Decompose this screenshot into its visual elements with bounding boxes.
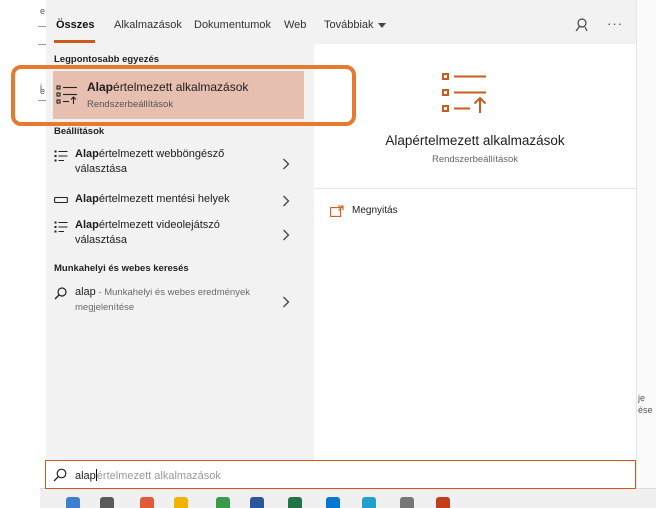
label-remainder: értelmezett mentési helyek bbox=[98, 193, 230, 205]
chevron-right-icon[interactable] bbox=[282, 296, 290, 308]
settings-result-browser[interactable]: Alapértelmezett webböngésző választása bbox=[46, 147, 304, 181]
label-remainder: értelmezett videolejátszó bbox=[98, 219, 220, 231]
best-match-title: Alapértelmezett alkalmazások bbox=[87, 80, 248, 94]
tab-web[interactable]: Web bbox=[284, 19, 306, 31]
web-description: - Munkahelyi és webes eredmények bbox=[95, 287, 250, 298]
match-highlight: Alap bbox=[75, 219, 99, 231]
background-glyph: ése bbox=[638, 405, 653, 415]
match-highlight: Alap bbox=[75, 148, 99, 160]
label-line2: választása bbox=[75, 234, 127, 246]
feedback-icon[interactable] bbox=[572, 16, 590, 34]
tab-apps[interactable]: Alkalmazások bbox=[114, 19, 182, 31]
search-box[interactable]: alapértelmezett alkalmazások bbox=[45, 460, 636, 489]
chevron-right-icon[interactable] bbox=[282, 229, 290, 241]
preview-pane: Alapértelmezett alkalmazások Rendszerbeá… bbox=[314, 44, 636, 460]
open-window-icon bbox=[330, 205, 344, 217]
section-web-search: Munkahelyi és webes keresés bbox=[54, 263, 189, 274]
section-settings: Beállítások bbox=[54, 126, 105, 137]
web-description-line2: megjelenítése bbox=[75, 302, 135, 313]
chevron-down-icon bbox=[377, 22, 386, 28]
tab-all[interactable]: Összes bbox=[56, 19, 95, 31]
best-match-subtitle: Rendszerbeállítások bbox=[87, 99, 174, 110]
list-icon bbox=[54, 221, 68, 233]
background-window-right: je ése bbox=[636, 0, 656, 490]
label-line2: választása bbox=[75, 163, 127, 175]
taskbar-app-icon[interactable] bbox=[216, 497, 230, 508]
taskbar-app-icon[interactable] bbox=[140, 497, 154, 508]
taskbar bbox=[40, 488, 656, 508]
title-remainder: értelmezett alkalmazások bbox=[113, 80, 249, 94]
match-highlight: Alap bbox=[75, 193, 99, 205]
search-panel: Összes Alkalmazások Dokumentumok Web Tov… bbox=[46, 0, 636, 460]
taskbar-app-icon[interactable] bbox=[174, 497, 188, 508]
tab-more-label: Továbbiak bbox=[324, 19, 374, 31]
preview-subtitle: Rendszerbeállítások bbox=[431, 154, 519, 165]
filter-tabs: Összes Alkalmazások Dokumentumok Web Tov… bbox=[46, 0, 636, 44]
search-icon bbox=[53, 468, 67, 482]
background-rule bbox=[38, 26, 46, 27]
result-label: Alapértelmezett mentési helyek bbox=[75, 192, 265, 207]
chevron-right-icon[interactable] bbox=[282, 195, 290, 207]
background-glyph: e bbox=[40, 6, 46, 16]
result-label: Alapértelmezett videolejátszó választása bbox=[75, 218, 265, 248]
taskbar-app-icon[interactable] bbox=[400, 497, 414, 508]
search-input[interactable]: alapértelmezett alkalmazások bbox=[75, 469, 221, 482]
tab-more[interactable]: Továbbiak bbox=[324, 19, 386, 31]
result-label: Alapértelmezett webböngésző választása bbox=[75, 147, 265, 177]
default-apps-icon bbox=[56, 85, 77, 104]
background-rule bbox=[38, 44, 46, 45]
settings-result-save-locations[interactable]: Alapértelmezett mentési helyek bbox=[46, 191, 304, 211]
open-label: Megnyitás bbox=[352, 205, 398, 216]
taskbar-app-icon[interactable] bbox=[66, 497, 80, 508]
taskbar-app-icon[interactable] bbox=[288, 497, 302, 508]
results-list: Legpontosabb egyezés Alapértelmezett alk… bbox=[46, 44, 304, 460]
tab-documents[interactable]: Dokumentumok bbox=[194, 19, 271, 31]
web-query: alap bbox=[75, 286, 96, 298]
background-glyph: e bbox=[40, 86, 46, 96]
chevron-right-icon[interactable] bbox=[282, 158, 290, 170]
taskbar-app-icon[interactable] bbox=[326, 497, 340, 508]
screen: e i e je ése Összes Alkalmazások Dokumen… bbox=[0, 0, 656, 508]
search-typed-text: alap bbox=[75, 470, 96, 482]
best-match-result[interactable]: Alapértelmezett alkalmazások Rendszerbeá… bbox=[53, 71, 304, 119]
section-best-match: Legpontosabb egyezés bbox=[54, 54, 160, 65]
background-window-left: e i e bbox=[0, 0, 46, 490]
storage-icon bbox=[54, 196, 68, 204]
search-icon bbox=[54, 287, 67, 300]
preview-title: Alapértelmezett alkalmazások bbox=[385, 133, 565, 148]
result-label: alap - Munkahelyi és webes eredmények meg… bbox=[75, 285, 265, 315]
taskbar-app-icon[interactable] bbox=[436, 497, 450, 508]
default-apps-icon bbox=[442, 73, 487, 113]
match-highlight: Alap bbox=[87, 80, 114, 94]
settings-result-video-player[interactable]: Alapértelmezett videolejátszó választása bbox=[46, 218, 304, 252]
taskbar-app-icon[interactable] bbox=[100, 497, 114, 508]
taskbar-app-icon[interactable] bbox=[250, 497, 264, 508]
background-glyph: je bbox=[638, 393, 646, 403]
background-rule bbox=[38, 100, 46, 101]
search-autocomplete: értelmezett alkalmazások bbox=[96, 470, 221, 482]
ellipsis-icon[interactable]: ··· bbox=[607, 16, 623, 31]
label-remainder: értelmezett webböngésző bbox=[98, 148, 225, 160]
active-tab-indicator bbox=[54, 40, 95, 43]
web-search-result[interactable]: alap - Munkahelyi és webes eredmények meg… bbox=[46, 285, 304, 319]
open-button[interactable]: Megnyitás bbox=[330, 204, 450, 220]
preview-header: Alapértelmezett alkalmazások Rendszerbeá… bbox=[314, 44, 636, 189]
taskbar-app-icon[interactable] bbox=[362, 497, 376, 508]
list-icon bbox=[54, 150, 68, 162]
